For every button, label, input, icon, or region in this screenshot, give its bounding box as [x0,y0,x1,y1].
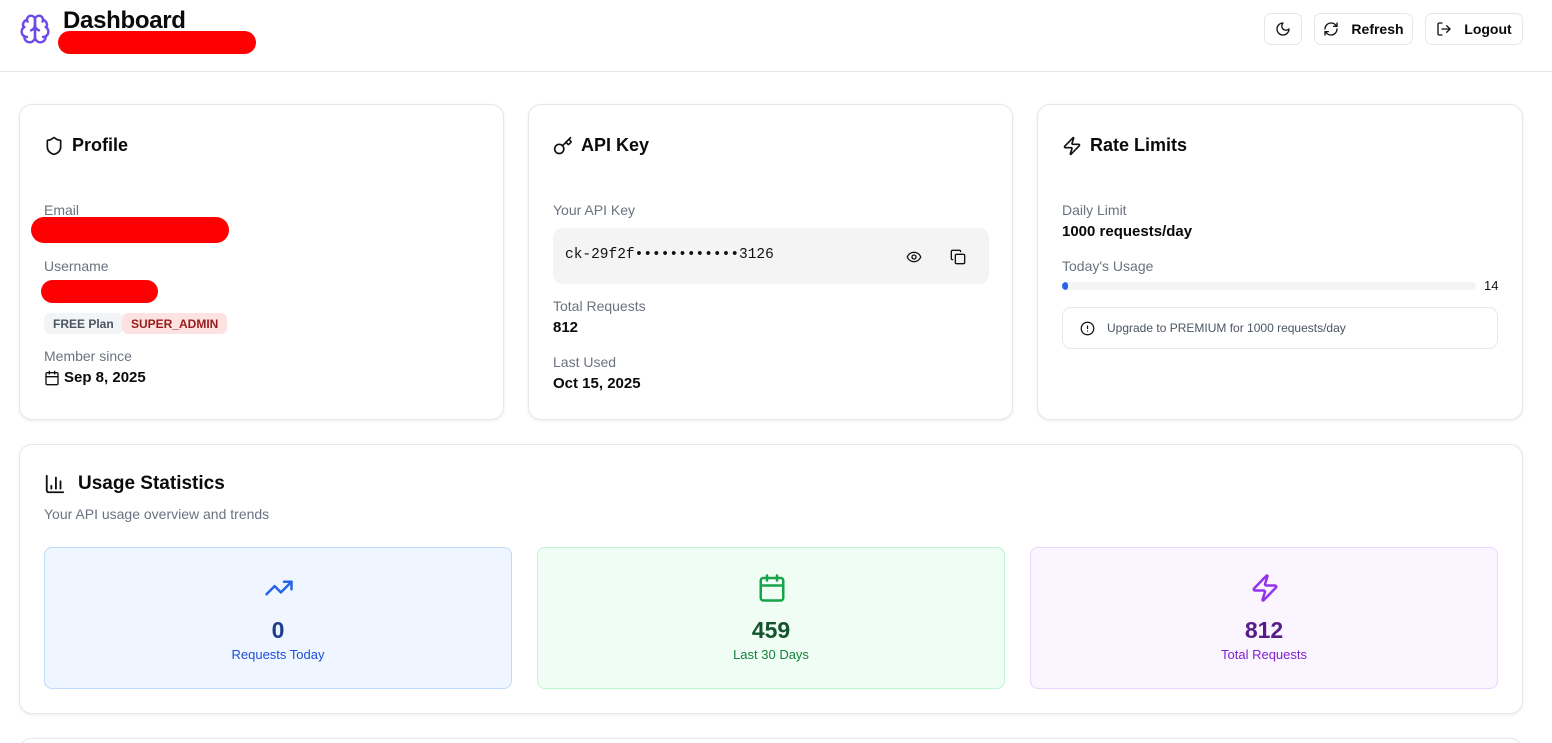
usage-statistics-title: Usage Statistics [44,473,225,495]
api-key-card-title: API Key [553,135,649,156]
logout-icon [1437,22,1451,36]
logout-button[interactable]: Logout [1425,13,1523,45]
shield-icon [46,136,62,155]
todays-usage-value: 14 [1484,278,1499,293]
last-used-value: Oct 15, 2025 [553,375,641,392]
plan-badge: FREE Plan [44,313,123,334]
usage-statistics-card: Usage Statistics Your API usage overview… [19,444,1523,714]
calendar-icon [45,370,59,385]
next-card-edge [19,738,1523,743]
brain-logo-icon [20,14,50,44]
usage-statistics-subtitle: Your API usage overview and trends [44,506,270,522]
logout-label: Logout [1464,21,1512,37]
stat-value: 812 [1244,617,1284,643]
zap-icon [1252,574,1278,602]
stat-label: Requests Today [231,647,325,662]
moon-icon [1276,22,1290,36]
refresh-label: Refresh [1351,21,1404,37]
username-label: Username [44,258,109,274]
key-icon [553,136,572,154]
rate-limits-card: Rate Limits Daily Limit 1000 requests/da… [1037,104,1523,420]
todays-usage-label: Today's Usage [1062,258,1154,274]
top-header: Dashboard Refresh Logout [0,0,1552,72]
stat-label: Last 30 Days [733,647,809,662]
redacted-username [41,280,158,303]
rate-limits-card-title: Rate Limits [1062,135,1187,156]
daily-limit-value: 1000 requests/day [1062,223,1193,240]
bar-chart-icon [45,474,65,494]
usage-progress-bar [1062,282,1476,290]
api-key-value[interactable]: ck-29f2f••••••••••••3126 [565,247,774,263]
member-since-value: Sep 8, 2025 [44,369,146,386]
email-label: Email [44,202,80,218]
member-since-label: Member since [44,348,132,364]
refresh-button[interactable]: Refresh [1314,13,1413,45]
your-api-key-label: Your API Key [553,202,635,218]
calendar-icon [759,574,785,602]
api-key-card: API Key Your API Key ck-29f2f•••••••••••… [528,104,1013,420]
eye-icon [906,251,922,263]
last-used-label: Last Used [553,354,617,370]
stat-tile-total-requests: 812 Total Requests [1030,547,1498,689]
copy-icon [950,249,966,265]
zap-icon [1063,136,1081,155]
show-key-button[interactable] [903,246,925,268]
stat-value: 459 [751,617,791,643]
daily-limit-label: Daily Limit [1062,202,1127,218]
role-badge: SUPER_ADMIN [122,313,228,334]
trending-up-icon [265,580,293,596]
usage-progress-fill [1062,282,1068,290]
stat-tile-last-30-days: 459 Last 30 Days [537,547,1005,689]
copy-key-button[interactable] [947,246,969,268]
total-requests-label: Total Requests [553,298,646,314]
info-circle-icon [1080,321,1095,335]
upgrade-notice: Upgrade to PREMIUM for 1000 requests/day [1062,307,1498,349]
redacted-email [31,217,229,243]
redacted-subtitle [58,31,256,54]
api-key-field: ck-29f2f••••••••••••3126 [553,228,989,284]
stat-tile-requests-today: 0 Requests Today [44,547,512,689]
stat-label: Total Requests [1221,647,1307,662]
refresh-icon [1324,22,1339,36]
profile-card-title: Profile [44,135,128,156]
stat-value: 0 [271,617,285,643]
theme-toggle-button[interactable] [1264,13,1302,45]
total-requests-value: 812 [553,319,579,336]
profile-card: Profile Email Username FREE Plan SUPER_A… [19,104,504,420]
